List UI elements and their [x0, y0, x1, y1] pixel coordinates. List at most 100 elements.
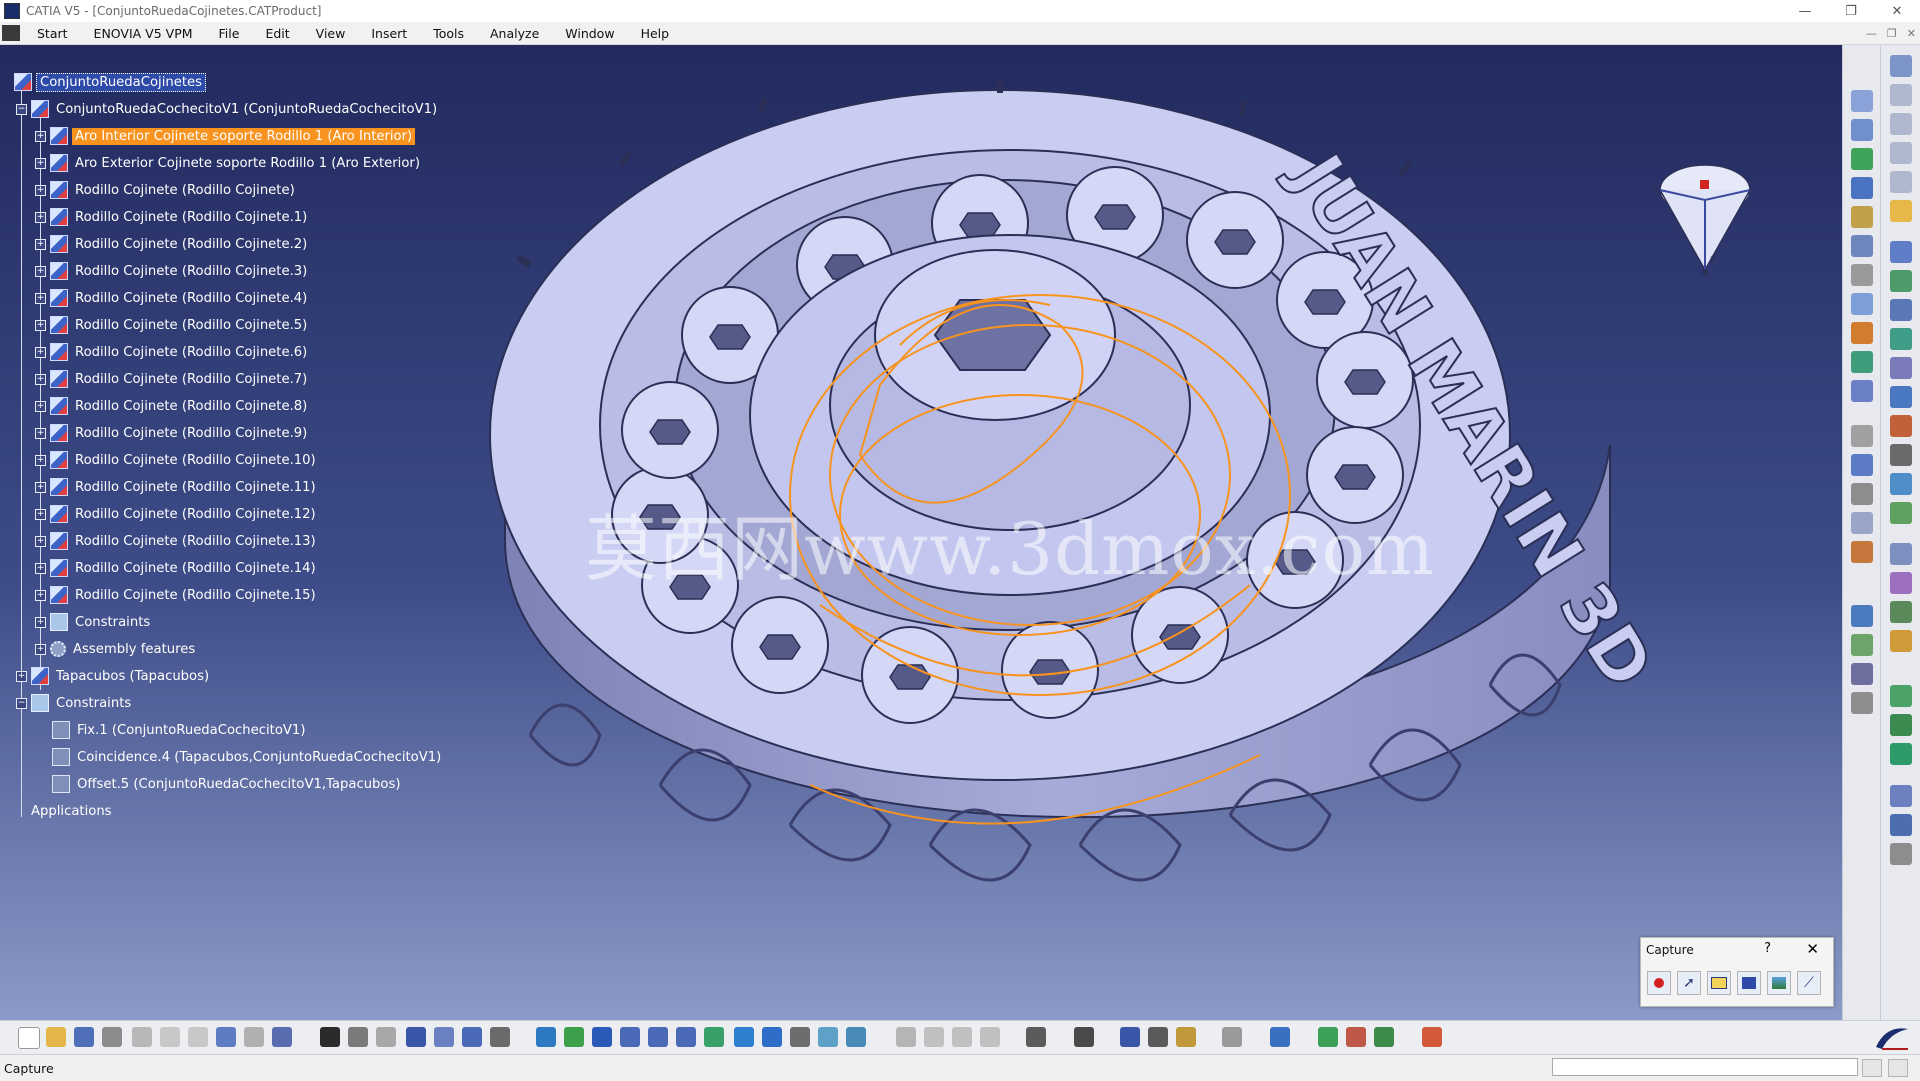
redo-icon[interactable]	[244, 1027, 264, 1047]
tree-node-label[interactable]: Rodillo Cojinete (Rodillo Cojinete.9)	[72, 425, 310, 442]
doc-minimize-icon[interactable]: —	[1866, 27, 1877, 40]
rotate-icon[interactable]	[620, 1027, 640, 1047]
tree-node-label[interactable]: Rodillo Cojinete (Rodillo Cojinete.14)	[72, 560, 319, 577]
expand-toggle[interactable]: +	[35, 643, 46, 655]
tree-node-part[interactable]: + Rodillo Cojinete (Rodillo Cojinete.7)	[35, 368, 310, 390]
expand-toggle[interactable]: +	[35, 400, 46, 412]
environment-icon[interactable]	[1890, 630, 1912, 652]
pan-icon[interactable]	[592, 1027, 612, 1047]
tree-node-label[interactable]: Rodillo Cojinete (Rodillo Cojinete.5)	[72, 317, 310, 334]
menu-insert[interactable]: Insert	[358, 22, 420, 44]
paste-icon[interactable]	[188, 1027, 208, 1047]
compass-widget[interactable]: x y z	[1650, 150, 1760, 280]
minimize-button[interactable]: —	[1782, 0, 1828, 22]
multi-view-icon[interactable]	[734, 1027, 754, 1047]
tree-node-subproduct[interactable]: − ConjuntoRuedaCochecitoV1 (ConjuntoRued…	[16, 98, 440, 120]
weld-icon[interactable]	[1890, 415, 1912, 437]
sequence-icon[interactable]	[1890, 814, 1912, 836]
tree-node-label[interactable]: Rodillo Cojinete (Rodillo Cojinete.7)	[72, 371, 310, 388]
sketcher-icon[interactable]	[1890, 55, 1912, 77]
comment-icon[interactable]	[348, 1027, 368, 1047]
structure-icon[interactable]	[490, 1027, 510, 1047]
tree-node-part[interactable]: + Rodillo Cojinete (Rodillo Cojinete.11)	[35, 476, 319, 498]
scene-icon[interactable]	[1890, 270, 1912, 292]
catalog-browser-icon[interactable]	[434, 1027, 454, 1047]
expand-toggle[interactable]: +	[35, 427, 46, 439]
status-button-2[interactable]	[1888, 1059, 1908, 1077]
publish-icon[interactable]	[1890, 299, 1912, 321]
measure-inertia-icon[interactable]	[1176, 1027, 1196, 1047]
normal-view-icon[interactable]	[704, 1027, 724, 1047]
expand-toggle[interactable]: +	[35, 346, 46, 358]
collapse-toggle[interactable]: −	[16, 697, 27, 709]
bill-of-materials-icon[interactable]	[1890, 444, 1912, 466]
expand-toggle[interactable]: +	[35, 265, 46, 277]
fit-all-icon[interactable]	[564, 1027, 584, 1047]
tree-node-label[interactable]: Constraints	[53, 695, 134, 712]
tree-node-label[interactable]: Rodillo Cojinete (Rodillo Cojinete.2)	[72, 236, 310, 253]
open-icon[interactable]	[46, 1027, 66, 1047]
fix-component-icon[interactable]	[1851, 512, 1873, 534]
tree-node-label[interactable]: Constraints	[72, 614, 153, 631]
hole-icon[interactable]	[1851, 663, 1873, 685]
skip-icon[interactable]	[924, 1027, 944, 1047]
distance-icon[interactable]	[1851, 351, 1873, 373]
tree-node-label[interactable]: Rodillo Cojinete (Rodillo Cojinete.13)	[72, 533, 319, 550]
annotation-icon[interactable]	[1890, 328, 1912, 350]
replay-icon[interactable]	[1890, 843, 1912, 865]
kinematics-icon[interactable]	[1890, 685, 1912, 707]
existing-component-icon[interactable]	[1851, 119, 1873, 141]
save-icon[interactable]	[74, 1027, 94, 1047]
update-all-icon[interactable]	[1222, 1027, 1242, 1047]
tree-node-part[interactable]: + Rodillo Cojinete (Rodillo Cojinete)	[35, 179, 298, 201]
undo-icon[interactable]	[216, 1027, 236, 1047]
expand-toggle[interactable]: +	[35, 292, 46, 304]
collapse-toggle[interactable]: −	[16, 103, 27, 115]
menu-analyze[interactable]: Analyze	[477, 22, 552, 44]
expand-toggle[interactable]: +	[35, 157, 46, 169]
capture-help-button[interactable]: ?	[1764, 941, 1771, 956]
expand-toggle[interactable]: +	[35, 211, 46, 223]
select-icon[interactable]: ➚	[1677, 971, 1701, 995]
tree-node-assembly-features[interactable]: + Assembly features	[35, 638, 198, 660]
restore-button[interactable]: ❐	[1828, 0, 1874, 22]
track-icon[interactable]	[1890, 785, 1912, 807]
capture-toolbar[interactable]: Capture ? ✕ ➚ ⟋	[1640, 937, 1834, 1007]
tree-node-label[interactable]: ConjuntoRuedaCojinetes	[36, 72, 206, 92]
3d-viewport[interactable]: JUAN MARIN 3D ConjuntoRuedaCojinetes − C…	[0, 45, 1842, 1020]
tree-node-part[interactable]: + Rodillo Cojinete (Rodillo Cojinete.6)	[35, 341, 310, 363]
fitting-icon[interactable]	[1890, 743, 1912, 765]
tree-node-label[interactable]: Rodillo Cojinete (Rodillo Cojinete.15)	[72, 587, 319, 604]
copy-icon[interactable]	[160, 1027, 180, 1047]
tree-node-part[interactable]: + Rodillo Cojinete (Rodillo Cojinete.3)	[35, 260, 310, 282]
tree-node-part[interactable]: + Rodillo Cojinete (Rodillo Cojinete.4)	[35, 287, 310, 309]
tree-node-label[interactable]: Rodillo Cojinete (Rodillo Cojinete.6)	[72, 344, 310, 361]
document-menu-icon[interactable]	[2, 25, 20, 41]
scan-icon[interactable]	[1270, 1027, 1290, 1047]
tree-node-part[interactable]: + Rodillo Cojinete (Rodillo Cojinete.15)	[35, 584, 319, 606]
material-library-icon[interactable]	[1374, 1027, 1394, 1047]
constraint-contact-icon[interactable]	[1851, 425, 1873, 447]
simulation-icon[interactable]	[1890, 714, 1912, 736]
tree-node-label[interactable]: Assembly features	[70, 641, 198, 658]
tree-node-label[interactable]: Rodillo Cojinete (Rodillo Cojinete.4)	[72, 290, 310, 307]
status-button-1[interactable]	[1862, 1059, 1882, 1077]
table-icon[interactable]	[406, 1027, 426, 1047]
expand-toggle[interactable]: +	[35, 562, 46, 574]
hyperlink-icon[interactable]	[376, 1027, 396, 1047]
manipulate-icon[interactable]	[1851, 177, 1873, 199]
doc-restore-icon[interactable]: ❐	[1887, 27, 1897, 40]
grid-icon[interactable]	[1422, 1027, 1442, 1047]
constraint-offset-icon[interactable]	[1851, 454, 1873, 476]
tree-node-applications[interactable]: Applications	[28, 800, 115, 822]
reference-icon[interactable]	[1890, 84, 1912, 106]
point-icon[interactable]	[1890, 171, 1912, 193]
update-icon[interactable]	[1851, 605, 1873, 627]
capture-options-icon[interactable]	[1707, 971, 1731, 995]
tree-node-part[interactable]: + Rodillo Cojinete (Rodillo Cojinete.8)	[35, 395, 310, 417]
lock-icon[interactable]	[462, 1027, 482, 1047]
formula-icon[interactable]	[320, 1027, 340, 1047]
new-icon[interactable]	[18, 1027, 40, 1049]
catalog-icon[interactable]	[1890, 473, 1912, 495]
tree-node-constraint[interactable]: Fix.1 (ConjuntoRuedaCochecitoV1)	[52, 719, 308, 741]
